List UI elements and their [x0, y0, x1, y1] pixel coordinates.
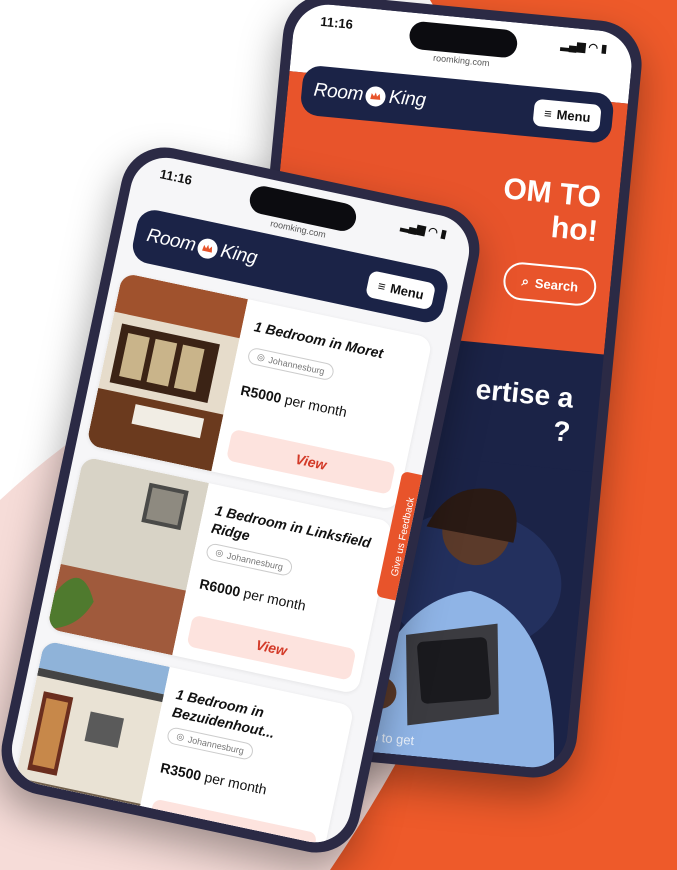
listing-price-period: per month — [283, 391, 349, 421]
back-search-label: Search — [534, 275, 579, 295]
front-brand-room: Room — [144, 225, 198, 256]
listing-price-amount: R6000 — [198, 575, 242, 600]
listing-price: R5000 per month — [239, 382, 348, 420]
view-button[interactable]: View — [225, 428, 396, 495]
front-brand-logo[interactable]: Room King — [145, 225, 259, 270]
back-status-icons: ▂▄▆ ◠ ▮ — [560, 38, 608, 55]
search-icon: ⌕ — [521, 273, 530, 289]
location-pin-icon: ◎ — [175, 730, 186, 743]
listing-photo-kitchen — [86, 272, 248, 472]
listing-price: R6000 per month — [198, 576, 307, 614]
front-status-icons: ▂▄▆ ◠ ▮ — [399, 219, 448, 241]
back-brand-room: Room — [312, 79, 365, 106]
listing-location-text: Johannesburg — [187, 733, 245, 756]
crown-logo-icon — [365, 85, 387, 108]
back-menu-button[interactable]: ≡ Menu — [532, 98, 602, 132]
back-brand-king: King — [387, 86, 427, 112]
location-pin-icon: ◎ — [256, 351, 266, 363]
back-brand-logo[interactable]: Room King — [313, 80, 427, 113]
front-menu-button[interactable]: ≡ Menu — [365, 269, 437, 310]
front-brand-king: King — [218, 240, 260, 269]
location-pin-icon: ◎ — [214, 547, 225, 559]
view-button[interactable]: View — [186, 614, 357, 681]
back-hero-text: OM TO ho! — [499, 172, 602, 249]
back-menu-label: Menu — [555, 106, 592, 125]
listing-price-period: per month — [203, 768, 269, 798]
back-status-time: 11:16 — [319, 13, 354, 32]
front-menu-label: Menu — [388, 280, 426, 302]
crown-logo-icon — [196, 236, 220, 261]
back-advertise-heading: ertise a ? — [471, 372, 575, 449]
listing-price-period: per month — [242, 584, 308, 614]
listing-price-amount: R5000 — [239, 381, 283, 407]
hamburger-icon: ≡ — [543, 105, 553, 121]
feedback-label: Give us Feedback — [389, 495, 417, 578]
listing-photo-courtyard — [47, 456, 209, 656]
listing-location: ◎ Johannesburg — [246, 346, 336, 382]
listing-location-text: Johannesburg — [267, 354, 326, 377]
listing-price: R3500 per month — [159, 759, 268, 797]
listing-location-text: Johannesburg — [226, 550, 284, 572]
front-status-time: 11:16 — [158, 165, 194, 188]
listing-price-amount: R3500 — [159, 759, 203, 784]
hamburger-icon: ≡ — [376, 277, 388, 294]
